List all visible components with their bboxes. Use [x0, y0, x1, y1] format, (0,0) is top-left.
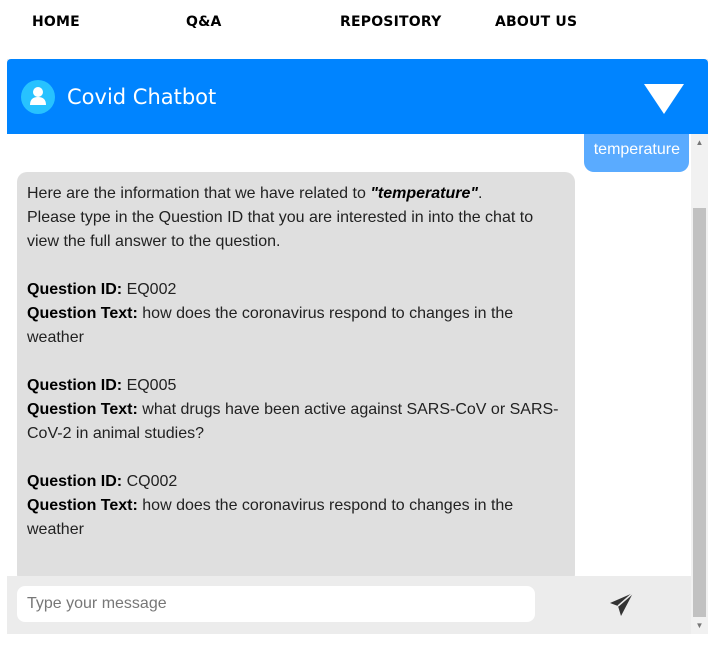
nav-about-link[interactable]: ABOUT US	[495, 14, 577, 30]
top-nav: HOME Q&A REPOSITORY ABOUT US	[0, 0, 716, 46]
result-text: Question Text: what drugs have been acti…	[27, 401, 559, 442]
nav-home-link[interactable]: HOME	[32, 14, 80, 30]
result-id: Question ID: EQ005	[27, 377, 177, 394]
chat-scrollbar[interactable]: ▲ ▼	[691, 134, 708, 634]
chat-title: Covid Chatbot	[67, 85, 217, 109]
nav-repository-link[interactable]: REPOSITORY	[340, 14, 441, 30]
bot-instruction: Please type in the Question ID that you …	[27, 209, 534, 250]
scroll-down-arrow-icon[interactable]: ▼	[691, 617, 708, 634]
result-id: Question ID: EQ002	[27, 281, 177, 298]
user-icon	[21, 80, 55, 114]
query-term: "temperature"	[370, 185, 478, 202]
nav-qa-link[interactable]: Q&A	[186, 14, 222, 30]
chat-messages: temperature Here are the information tha…	[7, 134, 691, 576]
message-input[interactable]	[17, 586, 535, 622]
bot-message: Here are the information that we have re…	[17, 172, 575, 576]
triangle-down-icon[interactable]	[643, 83, 685, 115]
result-text: Question Text: how does the coronavirus …	[27, 305, 514, 346]
chat-header: Covid Chatbot	[7, 59, 708, 134]
scrollbar-thumb[interactable]	[693, 208, 706, 617]
bot-intro: Here are the information that we have re…	[27, 185, 483, 202]
chat-input-bar	[7, 576, 691, 634]
paper-plane-icon[interactable]	[607, 591, 635, 619]
chat-window: Covid Chatbot temperature Here are the i…	[7, 59, 708, 634]
scroll-up-arrow-icon[interactable]: ▲	[691, 134, 708, 151]
result-text: Question Text: how does the coronavirus …	[27, 497, 514, 538]
result-id: Question ID: CQ002	[27, 473, 178, 490]
user-message: temperature	[583, 134, 689, 172]
